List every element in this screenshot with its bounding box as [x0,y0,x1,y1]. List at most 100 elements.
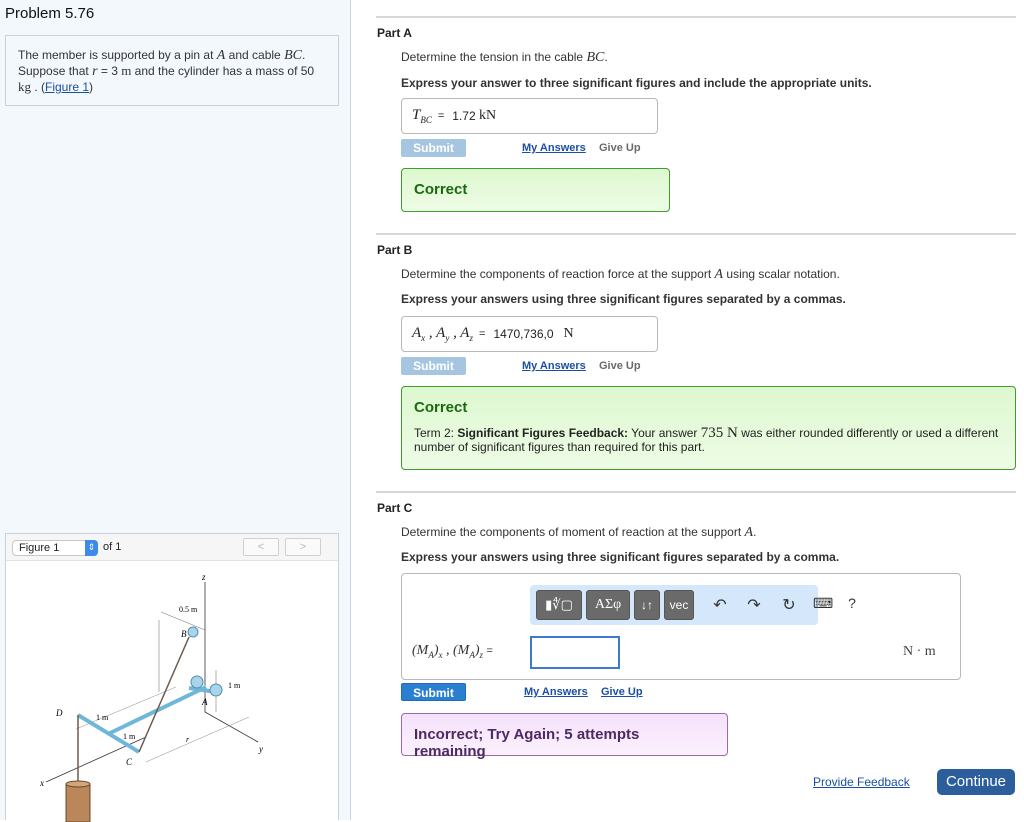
question-text: Determine the tension in the cable [401,50,587,64]
equals-sign: = [479,328,486,340]
part-c-label: Part C [377,501,413,515]
undo-icon[interactable]: ↶ [710,595,730,615]
label-a: A [201,697,208,707]
templates-button[interactable]: ▮∜▢ [536,590,582,620]
question-text: . [604,50,608,64]
part-c-feedback: Incorrect; Try Again; 5 attempts remaini… [401,713,728,760]
part-a-submit-button[interactable]: Submit [401,139,466,157]
figure-count: of 1 [103,541,122,553]
y-axis [204,711,259,743]
math-cable: BC [284,48,302,63]
part-b-give-up[interactable]: Give Up [599,360,641,372]
part-c-give-up-link[interactable]: Give Up [601,686,643,698]
vector-button[interactable]: vec [664,590,694,620]
redo-icon[interactable]: ↷ [744,595,764,615]
label-b: B [181,629,187,639]
feedback-term: Term 2: [414,426,458,440]
dim-1m-vertical: 1 m [228,681,241,690]
problem-title: Problem 5.76 [5,5,95,22]
lhs-subscript: BC [420,115,432,125]
part-c-instruction: Express your answers using three signifi… [401,550,840,564]
figure-select[interactable]: Figure 1 ⇕ [12,540,98,556]
reset-icon[interactable]: ↻ [779,595,799,615]
cylinder [65,783,91,822]
statement-text: = 3 [97,64,122,78]
continue-button[interactable]: Continue [937,769,1015,795]
problem-panel: Problem 5.76 The member is supported by … [0,0,351,822]
answer-value: 1.72 [452,109,476,123]
part-b-my-answers-link[interactable]: My Answers [522,360,586,372]
feedback-value: 735 N [700,425,738,441]
question-text: Determine the components of moment of re… [401,525,745,539]
part-c-my-answers-link[interactable]: My Answers [524,686,588,698]
support-b [187,626,199,638]
question-text: using scalar notation. [723,267,840,281]
next-figure-button[interactable]: > [285,538,321,556]
select-spinner-icon: ⇕ [85,540,98,556]
figure-link[interactable]: Figure 1 [45,80,89,94]
answer-label: Ax , Ay , Az [412,325,473,343]
part-a-feedback: Correct [401,168,670,212]
keyboard-icon[interactable]: ⌨ [813,595,833,612]
problem-statement: The member is supported by a pin at A an… [5,35,339,106]
label-y: y [258,744,263,754]
part-c-submit-button[interactable]: Submit [401,683,466,701]
greek-icon: ΑΣφ [594,597,622,612]
answer-unit: kN [479,108,497,123]
divider [376,491,1016,493]
part-a-give-up[interactable]: Give Up [599,142,641,154]
question-text: . [753,525,757,539]
feedback-title: Correct [414,399,468,416]
greek-symbols-button[interactable]: ΑΣφ [586,590,630,620]
part-c-answer-input[interactable] [530,636,620,669]
help-icon[interactable]: ? [842,595,862,611]
feedback-text: Your answer [628,426,701,440]
statement-text: and cable [225,48,285,62]
statement-text: . ( [31,80,45,94]
unit-kg: kg [18,79,31,94]
part-b-answer-field[interactable]: Ax , Ay , Az = 1470,736,0 N [401,316,658,352]
divider [376,16,1016,18]
figure-panel: Figure 1 ⇕ of 1 < > z y x 0.5 m 1 m 1 m … [5,533,339,822]
label-x: x [39,778,44,788]
part-a-instruction: Express your answer to three significant… [401,76,872,90]
parts-panel: Part A Determine the tension in the cabl… [352,0,1024,820]
divider [376,233,1016,235]
part-a-my-answers-link[interactable]: My Answers [522,142,586,154]
statement-text: ) [89,80,94,94]
label-z: z [201,572,206,582]
feedback-message: Term 2: Significant Figures Feedback: Yo… [414,425,1003,455]
part-c-math-editor: ▮∜▢ ΑΣφ ↓↑ vec ↶ ↷ ↻ ⌨ ? (MA)x , (MA)z =… [401,573,961,680]
arrows-icon: ↓↑ [641,598,653,612]
provide-feedback-link[interactable]: Provide Feedback [813,775,910,789]
part-b-instruction: Express your answers using three signifi… [401,292,846,306]
bearing-a2 [209,683,223,697]
vec-icon: vec [669,598,689,612]
part-b-submit-button[interactable]: Submit [401,357,466,375]
label-c: C [126,757,133,767]
bearing-a1 [190,675,204,689]
answer-unit: N [563,326,574,341]
part-a-label: Part A [377,26,412,40]
math-a: A [714,267,724,282]
feedback-heading: Significant Figures Feedback: [457,426,629,440]
equals-sign: = [437,110,445,122]
answer-label: TBC [412,107,432,125]
label-d: D [55,708,63,718]
templates-icon: ▮∜▢ [545,597,573,612]
dim-1m-c: 1 m [123,732,136,741]
dim-1m-d: 1 m [96,713,109,722]
part-a-answer-field[interactable]: TBC = 1.72 kN [401,98,658,134]
statement-text: The member is supported by a pin at [18,48,217,62]
figure-diagram: z y x 0.5 m 1 m 1 m 1 m r B A C D [39,572,263,822]
question-text: Determine the components of reaction for… [401,267,715,281]
dim-0.5m: 0.5 m [179,605,198,614]
prev-figure-button[interactable]: < [243,538,279,556]
chevron-left-icon: < [257,541,265,553]
arrows-button[interactable]: ↓↑ [634,590,660,620]
part-b-feedback: Correct Term 2: Significant Figures Feed… [401,386,1016,470]
unit-m: m [121,63,132,78]
part-b-question: Determine the components of reaction for… [401,267,840,283]
part-b-label: Part B [377,243,413,257]
math-a: A [744,525,754,540]
